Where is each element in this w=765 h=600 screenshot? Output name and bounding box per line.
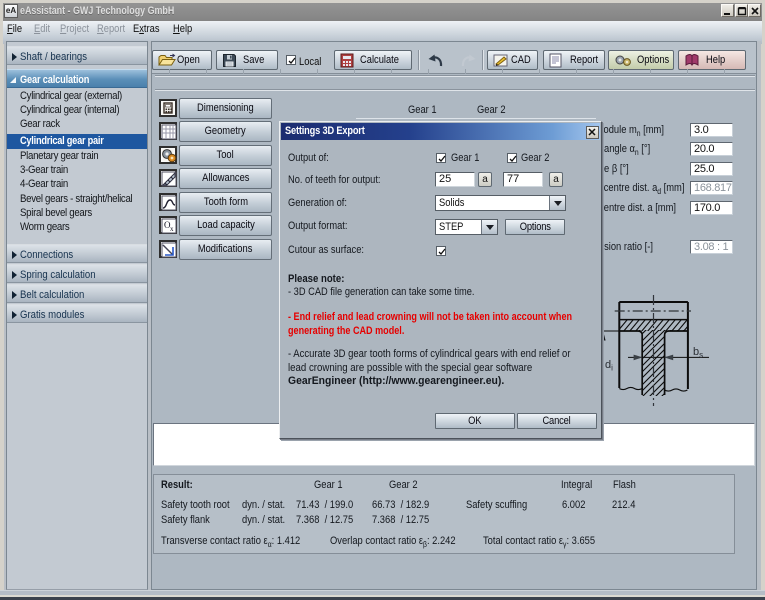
svg-text:di: di xyxy=(605,359,613,373)
svg-text:x: x xyxy=(170,225,174,233)
svg-text:bs: bs xyxy=(693,346,703,360)
